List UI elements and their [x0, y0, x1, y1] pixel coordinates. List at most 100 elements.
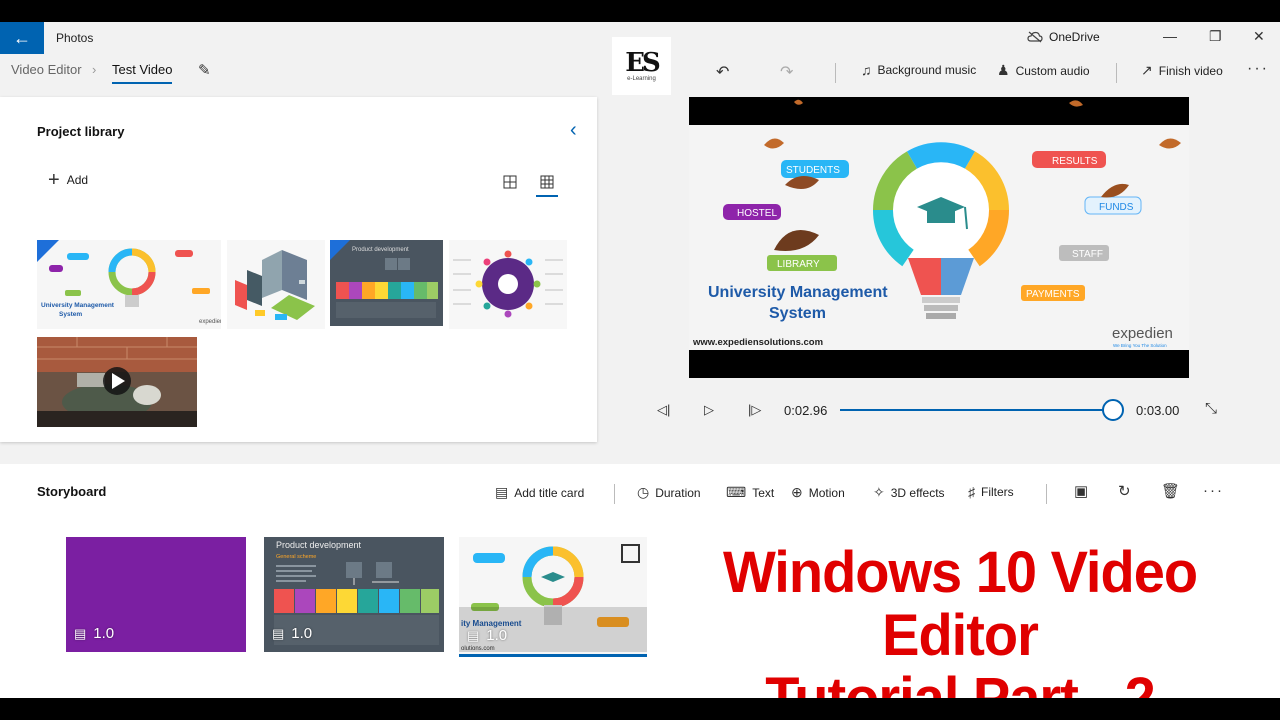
clock-icon: ◷ [637, 484, 650, 500]
small-grid-view-button[interactable] [536, 175, 558, 197]
card-duration: ▤ 1.0 [74, 625, 114, 642]
falling-leaves-overlay [794, 99, 1083, 107]
finish-video-button[interactable]: ↗ Finish video [1141, 62, 1223, 79]
add-title-card-button[interactable]: ▤ Add title card [495, 484, 584, 501]
add-title-card-label: Add title card [514, 485, 585, 500]
card-duration-value: 1.0 [486, 627, 508, 644]
3d-effects-label: 3D effects [890, 485, 945, 500]
storyboard-title: Storyboard [37, 484, 107, 499]
svg-text:University Management: University Management [41, 302, 115, 309]
overlay-line2: Tutorial Part - 2 [765, 664, 1156, 698]
motion-icon: ⊕ [791, 484, 803, 500]
tutorial-overlay-title: Windows 10 Video Editor Tutorial Part - … [650, 538, 1270, 698]
custom-audio-button[interactable]: ♟ Custom audio [997, 62, 1090, 79]
background-music-label: Background music [877, 63, 977, 77]
motion-button[interactable]: ⊕ Motion [791, 484, 845, 501]
rename-pencil-icon[interactable]: ✎ [198, 61, 211, 79]
project-library-panel: Project library ‹ + Add University Manag… [0, 97, 597, 442]
svg-text:expedien: expedien [199, 319, 221, 325]
person-audio-icon: ♟ [997, 62, 1010, 78]
seek-bar[interactable] [840, 409, 1117, 411]
channel-logo: ES e-Learning [612, 37, 671, 95]
app-title: Photos [56, 31, 94, 45]
collapse-chevron-icon[interactable]: ‹ [570, 119, 577, 142]
slide-title-line2: System [769, 305, 826, 322]
cloud-off-icon [1027, 31, 1043, 43]
toolbar-divider [835, 63, 836, 83]
text-label: Text [752, 485, 775, 500]
chevron-right-icon: › [92, 62, 97, 77]
slide-url: www.expediensolutions.com [692, 337, 823, 348]
custom-audio-label: Custom audio [1015, 63, 1090, 78]
library-thumbnail-circle-diagram[interactable] [449, 240, 567, 329]
background-music-button[interactable]: ♫ Background music [861, 62, 976, 78]
storyboard-divider [614, 484, 615, 504]
library-thumbnail-video-clip[interactable] [37, 337, 197, 427]
onedrive-label: OneDrive [1049, 30, 1100, 44]
close-button[interactable]: ✕ [1253, 28, 1265, 45]
seek-handle[interactable] [1102, 399, 1125, 421]
card-duration-value: 1.0 [291, 625, 313, 642]
card-duration: ▤ 1.0 [467, 627, 507, 644]
library-thumbnail-product-development[interactable]: Product development [330, 240, 443, 326]
motion-label: Motion [808, 485, 845, 500]
resize-icon[interactable]: ▣ [1074, 482, 1088, 500]
slide-brand: expedien [1112, 325, 1173, 342]
filter-brush-icon: ♯ [968, 484, 975, 500]
breadcrumb-video-editor[interactable]: Video Editor [11, 62, 82, 77]
total-time: 0:03.00 [1136, 403, 1180, 418]
add-media-label: Add [66, 173, 89, 187]
tag-hostel: HOSTEL [737, 208, 777, 219]
preview-slide: STUDENTS RESULTS HOSTEL FUNDS LIBRARY ST… [689, 125, 1189, 350]
music-note-icon: ♫ [861, 62, 872, 78]
back-button[interactable]: ← [0, 22, 44, 54]
text-button[interactable]: ⌨ Text [726, 484, 774, 501]
more-options-icon[interactable]: ··· [1247, 60, 1269, 78]
circle-diagram-thumbnail-image [453, 250, 563, 318]
onedrive-button[interactable]: OneDrive [1027, 30, 1100, 44]
minimize-button[interactable]: — [1163, 28, 1177, 44]
add-media-button[interactable]: + Add [48, 169, 89, 191]
share-export-icon: ↗ [1141, 62, 1153, 78]
storyboard-card-product-development[interactable]: Product development General scheme ▤ 1.0 [264, 537, 444, 652]
project-library-title: Project library [37, 124, 125, 139]
card-duration: ▤ 1.0 [272, 625, 312, 642]
delete-trash-icon[interactable]: 🗑 [1161, 482, 1180, 500]
play-button[interactable]: ▷ [704, 402, 714, 418]
next-frame-button[interactable]: |▷ [748, 402, 761, 418]
toolbar-divider [1116, 63, 1117, 83]
storyboard-divider [1046, 484, 1047, 504]
text-icon: ⌨ [726, 484, 747, 500]
back-arrow-icon: ← [13, 27, 31, 48]
undo-icon[interactable]: ↶ [716, 62, 729, 82]
plus-icon: + [48, 169, 60, 191]
filters-label: Filters [981, 485, 1014, 499]
image-icon: ▤ [272, 625, 285, 641]
duration-button[interactable]: ◷ Duration [637, 484, 701, 501]
tag-payments: PAYMENTS [1026, 289, 1080, 300]
slide-title-line1: University Management [708, 284, 888, 301]
library-thumbnail-isometric-city[interactable] [227, 240, 325, 329]
card-duration-value: 1.0 [93, 625, 115, 642]
3d-effects-icon: ✧ [873, 484, 885, 500]
library-thumbnail-university-slide[interactable]: University Management System expedien [37, 240, 221, 329]
small-grid-view-icon [540, 175, 554, 189]
rotate-icon[interactable]: ↻ [1118, 482, 1131, 500]
finish-video-label: Finish video [1158, 63, 1223, 78]
storyboard-card-university-selected[interactable]: ity Management olutions.com ▤ 1.0 [459, 537, 647, 657]
fullscreen-expand-icon[interactable]: ⤡ [1205, 400, 1217, 417]
filters-button[interactable]: ♯ Filters [968, 484, 1014, 500]
previous-frame-button[interactable]: ◁| [657, 402, 670, 418]
storyboard-card-title[interactable]: ▤ 1.0 [66, 537, 246, 652]
3d-effects-button[interactable]: ✧ 3D effects [873, 484, 945, 501]
logo-mark: ES [625, 48, 661, 78]
overlay-line1: Windows 10 Video Editor [722, 538, 1198, 668]
tag-funds: FUNDS [1099, 202, 1134, 213]
redo-icon[interactable]: ↷ [780, 62, 793, 82]
svg-text:System: System [59, 311, 82, 318]
tag-staff: STAFF [1072, 249, 1103, 260]
storyboard-more-icon[interactable]: ··· [1203, 482, 1224, 499]
logo-subtitle: e-Learning [627, 76, 656, 82]
restore-button[interactable]: ❐ [1209, 28, 1222, 45]
large-grid-view-icon[interactable] [503, 175, 517, 189]
